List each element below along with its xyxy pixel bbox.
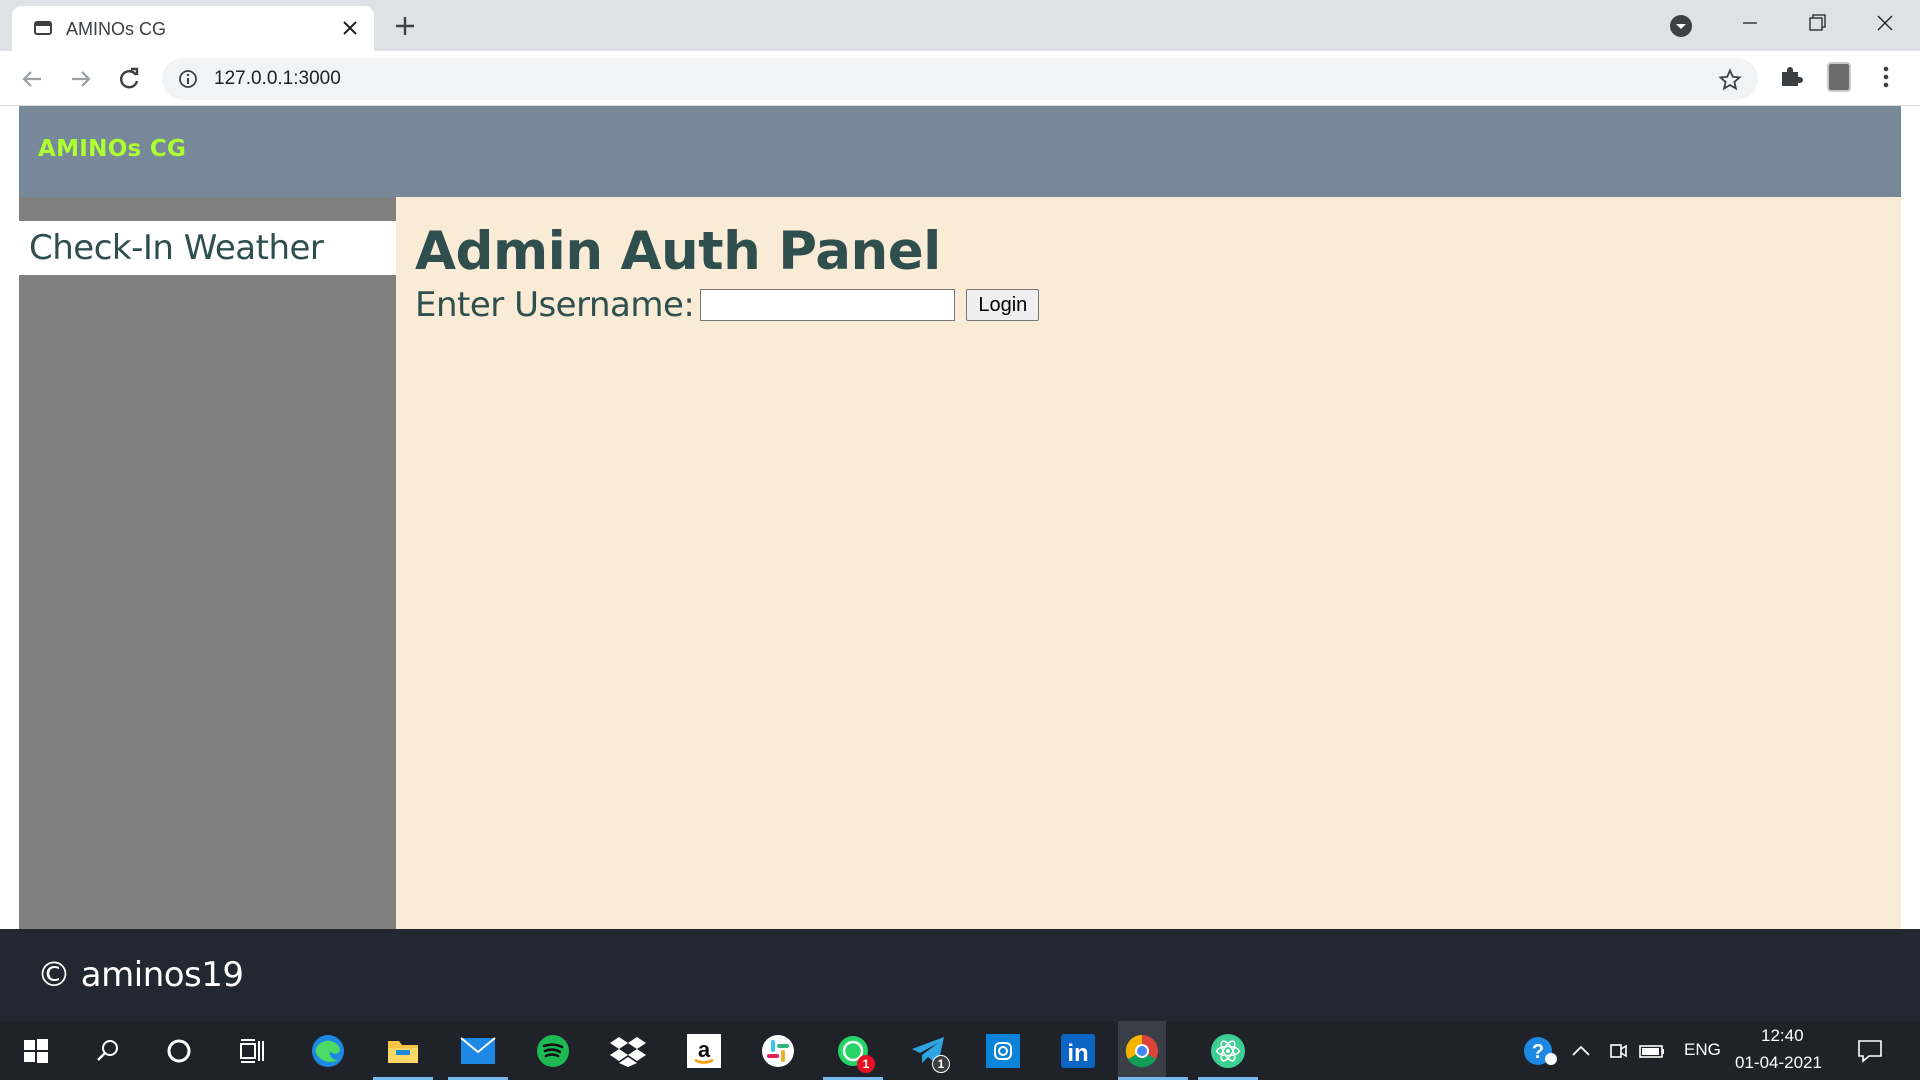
- clock-time[interactable]: 12:40: [1761, 1026, 1804, 1046]
- linkedin-icon[interactable]: in: [1060, 1033, 1096, 1069]
- sidebar: Check-In Weather: [19, 197, 396, 929]
- help-icon[interactable]: ?: [1522, 1033, 1558, 1069]
- url-text[interactable]: 127.0.0.1:3000: [214, 68, 341, 90]
- sidebar-item-check-in-weather[interactable]: Check-In Weather: [19, 221, 396, 275]
- edge-icon[interactable]: [310, 1033, 346, 1069]
- show-hidden-icons-icon[interactable]: [1563, 1033, 1599, 1069]
- file-explorer-icon[interactable]: [385, 1033, 421, 1069]
- address-bar[interactable]: 127.0.0.1:3000: [162, 58, 1758, 100]
- page-title: Admin Auth Panel: [415, 221, 941, 282]
- notification-center-icon[interactable]: [1852, 1033, 1888, 1069]
- tab-search-icon[interactable]: [1668, 13, 1694, 39]
- username-input[interactable]: [700, 289, 956, 321]
- browser-tab[interactable]: AMINOs CG: [12, 6, 374, 51]
- svg-text:a: a: [698, 1037, 711, 1062]
- dropbox-icon[interactable]: [610, 1033, 646, 1069]
- username-label: Enter Username:: [415, 285, 695, 325]
- web-page: AMINOs CG Check-In Weather Admin Auth Pa…: [0, 106, 1920, 1021]
- svg-text:?: ?: [1532, 1041, 1544, 1063]
- slack-icon[interactable]: [760, 1033, 796, 1069]
- cortana-icon[interactable]: [161, 1033, 197, 1069]
- telegram-icon[interactable]: 1: [910, 1033, 950, 1073]
- chrome-icon[interactable]: [1118, 1021, 1166, 1080]
- login-button[interactable]: Login: [966, 289, 1040, 321]
- search-icon[interactable]: [90, 1033, 126, 1069]
- login-form: Enter Username: Login: [415, 285, 1040, 325]
- meet-now-icon[interactable]: [1600, 1033, 1636, 1069]
- forward-arrow-icon[interactable]: [67, 65, 95, 93]
- windows-taskbar: a 1 1 in ? ENG 12:40 01-04-2021: [0, 1021, 1920, 1080]
- site-info-icon[interactable]: [178, 69, 198, 89]
- extensions-puzzle-icon[interactable]: [1778, 63, 1804, 89]
- language-indicator[interactable]: ENG: [1684, 1040, 1721, 1060]
- minimize-icon[interactable]: [1735, 8, 1765, 38]
- copyright-text: © aminos19: [37, 955, 244, 995]
- amazon-icon[interactable]: a: [686, 1033, 722, 1069]
- clock-date[interactable]: 01-04-2021: [1735, 1053, 1822, 1073]
- telegram-notification-badge: 1: [932, 1055, 950, 1073]
- profile-avatar[interactable]: [1827, 62, 1851, 92]
- mail-icon[interactable]: [460, 1033, 496, 1069]
- whatsapp-icon[interactable]: 1: [835, 1033, 875, 1073]
- tab-close-icon[interactable]: [337, 15, 363, 41]
- window-close-icon[interactable]: [1870, 8, 1900, 38]
- whatsapp-notification-badge: 1: [857, 1055, 875, 1073]
- browser-toolbar: 127.0.0.1:3000: [0, 51, 1920, 106]
- main-content: Admin Auth Panel Enter Username: Login: [396, 197, 1901, 929]
- sidebar-item-label: Check-In Weather: [29, 228, 324, 268]
- instagram-icon[interactable]: [985, 1033, 1021, 1069]
- task-view-icon[interactable]: [234, 1033, 270, 1069]
- back-arrow-icon[interactable]: [18, 65, 46, 93]
- tab-favicon-icon: [34, 21, 52, 35]
- tab-title: AMINOs CG: [66, 19, 167, 39]
- browser-tab-strip: AMINOs CG: [0, 0, 1920, 51]
- browser-menu-icon[interactable]: [1876, 62, 1896, 92]
- site-brand[interactable]: AMINOs CG: [38, 136, 186, 162]
- atom-icon[interactable]: [1210, 1033, 1246, 1069]
- svg-text:in: in: [1067, 1040, 1088, 1067]
- site-header: AMINOs CG: [19, 106, 1901, 197]
- new-tab-button[interactable]: [390, 11, 420, 41]
- battery-icon[interactable]: [1634, 1033, 1670, 1069]
- bookmark-star-icon[interactable]: [1718, 68, 1742, 92]
- reload-icon[interactable]: [115, 65, 143, 93]
- restore-icon[interactable]: [1802, 8, 1832, 38]
- site-footer: © aminos19: [0, 929, 1920, 1021]
- windows-start-icon[interactable]: [18, 1033, 54, 1069]
- spotify-icon[interactable]: [535, 1033, 571, 1069]
